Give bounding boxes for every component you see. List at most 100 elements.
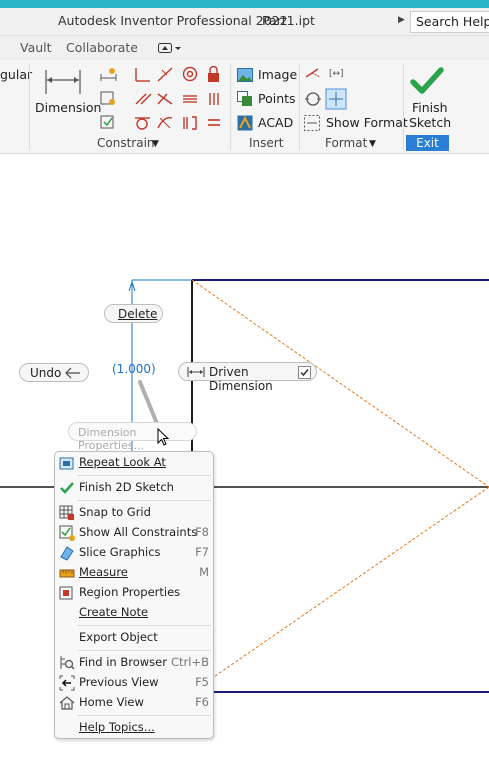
show-format-icon [304,115,320,131]
ribbon-display-options-icon[interactable] [158,42,182,57]
construction-geometry-icon[interactable] [305,68,321,78]
vertical-constraint-icon[interactable] [209,93,219,105]
insert-image-button[interactable]: Image [237,66,298,84]
search-help-text: Search Help & [416,14,489,29]
constrain-tools [100,65,226,135]
acad-icon [237,115,253,131]
constrain-group-label[interactable]: Constrain [97,136,155,150]
finish-sketch-label-2: Sketch [409,115,452,130]
collinear-constraint-icon[interactable] [157,67,173,82]
menu-item-export-object[interactable]: Export Object [55,628,213,648]
menu-separator [77,650,211,651]
dimension-properties-button[interactable]: Dimension Properties... [68,422,197,452]
insert-acad-label: ACAD [258,115,294,130]
format-group-label[interactable]: Format [325,136,367,150]
symmetric-constraint-icon[interactable] [183,116,197,130]
horizontal-constraint-icon[interactable] [183,95,197,103]
find-browser-icon [60,656,75,670]
tangent-constraint-icon[interactable] [135,117,150,130]
context-menu: Repeat Look At Finish 2D Sketch Snap to … [54,451,214,739]
perpendicular-constraint-icon[interactable] [157,93,173,105]
concentric-constraint-icon[interactable] [182,66,198,82]
constraint-settings-icon[interactable] [100,115,114,129]
construction-line-lower [191,486,489,693]
menu-item-find-in-browser[interactable]: Find in Browser Ctrl+B [55,653,213,673]
menu-separator [77,500,211,501]
tab-collaborate[interactable]: Collaborate [66,40,138,55]
center-point-icon[interactable] [305,92,321,106]
app-title: Autodesk Inventor Professional 2022 [58,13,288,28]
insert-points-button[interactable]: Points [237,90,296,108]
equal-constraint-icon[interactable] [208,119,220,126]
image-icon [237,68,253,82]
ruler-icon [59,569,75,578]
show-format-label: Show Format [326,115,408,130]
driven-dimension-icon [187,367,205,377]
file-name: Part1.ipt [262,13,315,28]
menu-item-previous-view[interactable]: Previous View F5 [55,673,213,693]
title-accent-stripe [0,0,489,8]
menu-separator [77,715,211,716]
insert-points-label: Points [258,91,296,106]
mouse-cursor-icon [157,428,170,446]
dimension-button[interactable]: Dimension [34,66,101,122]
search-expand-icon[interactable]: ▶ [398,15,405,25]
dimension-properties-label: Dimension Properties... [78,426,145,452]
insert-group-label: Insert [249,136,284,150]
ribbon-partial-label[interactable]: gular [0,67,32,82]
title-bar: Autodesk Inventor Professional 2022 Part… [0,8,489,36]
menu-item-show-all-constraints[interactable]: Show All Constraints F8 [55,523,213,543]
show-constraints-icon[interactable] [100,91,115,105]
format-tools: [↔] [304,65,350,114]
dimension-value[interactable]: (1.000) [112,362,156,376]
menu-item-create-note[interactable]: Create Note [55,603,213,623]
exit-group-label: Exit [406,135,449,151]
auto-dimension-icon[interactable] [100,68,117,81]
menu-separator [77,625,211,626]
insert-acad-button[interactable]: ACAD [237,114,295,132]
undo-arrow-icon [65,367,80,379]
menu-item-measure[interactable]: Measure M [55,563,213,583]
insert-image-label: Image [258,67,298,82]
constrain-dropdown-icon[interactable]: ▼ [152,139,159,149]
previous-view-icon [59,675,75,691]
region-properties-icon [59,586,73,600]
menu-item-slice-graphics[interactable]: Slice Graphics F7 [55,543,213,563]
driven-dimension-checkbox[interactable] [298,366,311,379]
menu-item-help-topics[interactable]: Help Topics... [55,718,213,738]
menu-item-snap-to-grid[interactable]: Snap to Grid [55,503,213,523]
parallel-constraint-icon[interactable] [135,93,152,105]
show-format-button[interactable]: Show Format [304,114,408,132]
menu-separator [77,475,211,476]
format-dropdown-icon[interactable]: ▼ [369,139,376,149]
tab-vault[interactable]: Vault [20,40,52,55]
checkmark-icon [60,482,74,494]
panel-divider [403,64,404,150]
centerline-icon[interactable] [325,88,347,110]
panel-divider [29,64,30,150]
look-at-icon [59,457,74,470]
undo-button[interactable]: Undo [19,363,89,382]
menu-item-region-properties[interactable]: Region Properties [55,583,213,603]
dimension-label: Dimension [35,100,102,115]
smooth-constraint-icon[interactable] [157,117,173,129]
driven-dimension-format-icon[interactable]: [↔] [329,69,344,79]
undo-label: Undo [30,366,62,380]
finish-sketch-button[interactable]: Finish Sketch [406,64,452,132]
menu-item-home-view[interactable]: Home View F6 [55,693,213,713]
search-help-field[interactable]: Search Help & [410,11,489,33]
dimension-icon [45,70,81,94]
ribbon-tab-bar: Vault Collaborate [0,36,489,60]
panel-divider [299,64,300,150]
home-icon [59,696,75,710]
coincident-constraint-icon[interactable] [135,68,150,82]
menu-item-finish-2d-sketch[interactable]: Finish 2D Sketch [55,478,213,498]
menu-item-repeat-look-at[interactable]: Repeat Look At [55,453,213,473]
fix-constraint-icon[interactable] [208,65,219,83]
points-icon [237,91,252,106]
driven-dimension-toggle[interactable]: Driven Dimension [178,362,317,393]
delete-button[interactable]: Delete [104,304,163,323]
finish-sketch-label-1: Finish [412,100,448,115]
slice-icon [60,546,74,561]
grid-icon [59,505,74,520]
